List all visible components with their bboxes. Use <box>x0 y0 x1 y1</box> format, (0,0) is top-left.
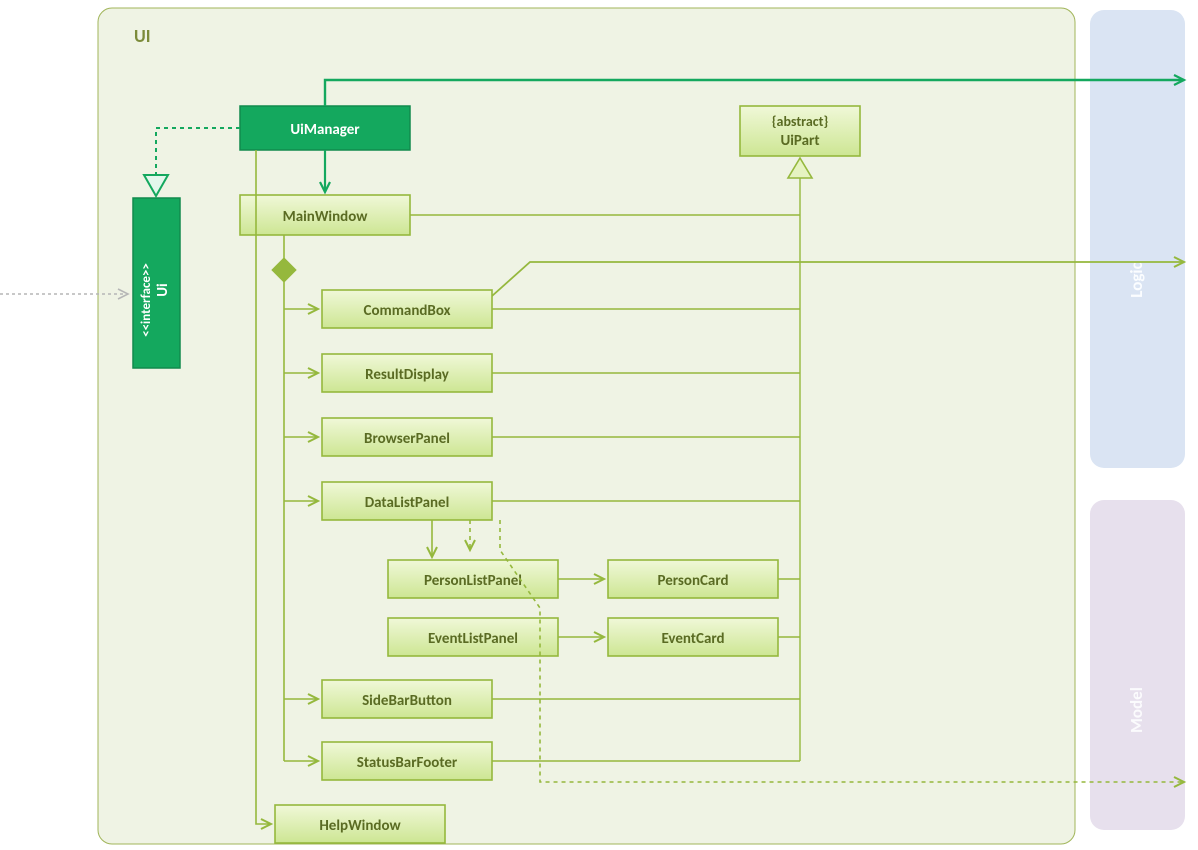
helpwindow-label: HelpWindow <box>319 817 401 835</box>
personlistpanel-label: PersonListPanel <box>424 572 522 590</box>
package-title: UI <box>134 25 151 47</box>
uml-class-diagram: UI Logic Model <<interface>> Ui UiManage… <box>0 0 1198 850</box>
browserpanel-label: BrowserPanel <box>364 430 450 448</box>
external-logic-box <box>1090 10 1185 468</box>
uipart-stereotype: {abstract} <box>772 113 829 130</box>
mainwindow-label: MainWindow <box>283 208 369 226</box>
external-model-label: Model <box>1126 687 1147 733</box>
eventlistpanel-label: EventListPanel <box>428 630 518 648</box>
personcard-label: PersonCard <box>657 572 728 590</box>
ui-interface-name: Ui <box>154 283 172 296</box>
external-logic-label: Logic <box>1126 262 1147 297</box>
external-model-box <box>1090 500 1185 830</box>
resultdisplay-label: ResultDisplay <box>365 366 450 384</box>
sidebarbutton-label: SideBarButton <box>362 692 452 710</box>
commandbox-label: CommandBox <box>364 302 451 320</box>
eventcard-label: EventCard <box>661 630 724 648</box>
statusbarfooter-label: StatusBarFooter <box>357 754 458 772</box>
datalistpanel-label: DataListPanel <box>365 494 450 512</box>
uimanager-label: UiManager <box>290 121 360 139</box>
ui-interface-stereotype: <<interface>> <box>139 263 154 337</box>
uipart-label: UiPart <box>780 132 819 150</box>
